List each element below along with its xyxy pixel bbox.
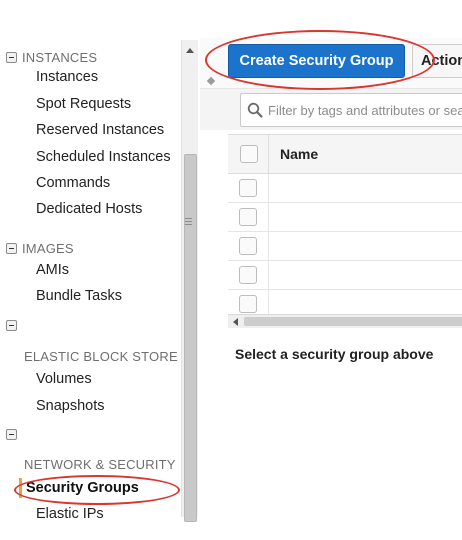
security-groups-table: Name [228,134,462,320]
column-header-name[interactable]: Name [280,146,318,162]
scroll-left-arrow-icon[interactable] [233,318,238,326]
section-label: IMAGES [22,240,74,256]
collapse-icon[interactable] [6,428,17,440]
table-row[interactable] [228,174,462,203]
sidebar-item-snapshots[interactable]: Snapshots [36,398,105,414]
sidebar-item-elastic-ips[interactable]: Elastic IPs [36,506,104,518]
column-divider [268,232,269,261]
row-checkbox[interactable] [239,208,257,226]
search-icon [247,102,263,118]
column-divider [268,174,269,203]
select-all-checkbox[interactable] [240,145,258,163]
sidebar-item-volumes[interactable]: Volumes [36,371,92,387]
row-checkbox[interactable] [239,237,257,255]
section-toggle-network[interactable] [6,425,22,443]
row-checkbox[interactable] [239,266,257,284]
section-label-ebs: ELASTIC BLOCK STORE [24,349,178,364]
main-panel: Create Security Group Actions Filter by … [200,38,462,518]
sidebar-item-dedicated-hosts[interactable]: Dedicated Hosts [36,201,142,217]
table-row[interactable] [228,203,462,232]
column-divider [268,261,269,290]
row-checkbox[interactable] [239,295,257,313]
active-item-marker [19,478,22,498]
sidebar-item-instances[interactable]: Instances [36,69,98,85]
table-header: Name [228,134,462,175]
section-header-instances[interactable]: INSTANCES [6,48,97,66]
column-divider [268,203,269,232]
sidebar-item-bundle-tasks[interactable]: Bundle Tasks [36,288,122,304]
actions-button[interactable]: Actions [412,44,462,78]
sidebar-item-spot-requests[interactable]: Spot Requests [36,96,131,112]
sidebar-item-amis[interactable]: AMIs [36,262,69,278]
column-divider [268,135,269,175]
table-row[interactable] [228,232,462,261]
collapse-icon[interactable] [6,319,17,331]
search-input[interactable]: Filter by tags and attributes or search … [240,93,462,127]
section-header-images[interactable]: IMAGES [6,239,74,257]
sidebar-item-commands[interactable]: Commands [36,175,110,191]
sidebar-item-reserved-instances[interactable]: Reserved Instances [36,122,164,138]
section-label: INSTANCES [22,49,98,65]
collapse-icon[interactable] [6,242,17,254]
toolbar: Create Security Group Actions [200,38,462,88]
section-label-network: NETWORK & SECURITY [24,457,176,472]
create-security-group-button[interactable]: Create Security Group [228,44,405,78]
sidebar-item-scheduled-instances[interactable]: Scheduled Instances [36,149,171,165]
horizontal-scrollbar-thumb[interactable] [244,317,462,326]
scroll-grip-icon [185,218,192,225]
detail-empty-message: Select a security group above [235,346,434,362]
sidebar-nav: INSTANCES Instances Spot Requests Reserv… [0,38,180,518]
table-row[interactable] [228,261,462,290]
search-placeholder: Filter by tags and attributes or search … [268,102,462,118]
row-checkbox[interactable] [239,179,257,197]
sidebar-item-security-groups[interactable]: Security Groups [26,480,139,496]
filter-bar: Filter by tags and attributes or search … [200,88,462,130]
panel-notch-icon [206,76,216,86]
collapse-icon[interactable] [6,51,17,63]
section-toggle-ebs[interactable] [6,316,22,334]
scroll-up-arrow-icon[interactable] [186,48,194,53]
sidebar-scrollbar[interactable] [181,40,198,522]
table-horizontal-scrollbar[interactable] [228,314,462,328]
scrollbar-thumb[interactable] [184,154,197,522]
